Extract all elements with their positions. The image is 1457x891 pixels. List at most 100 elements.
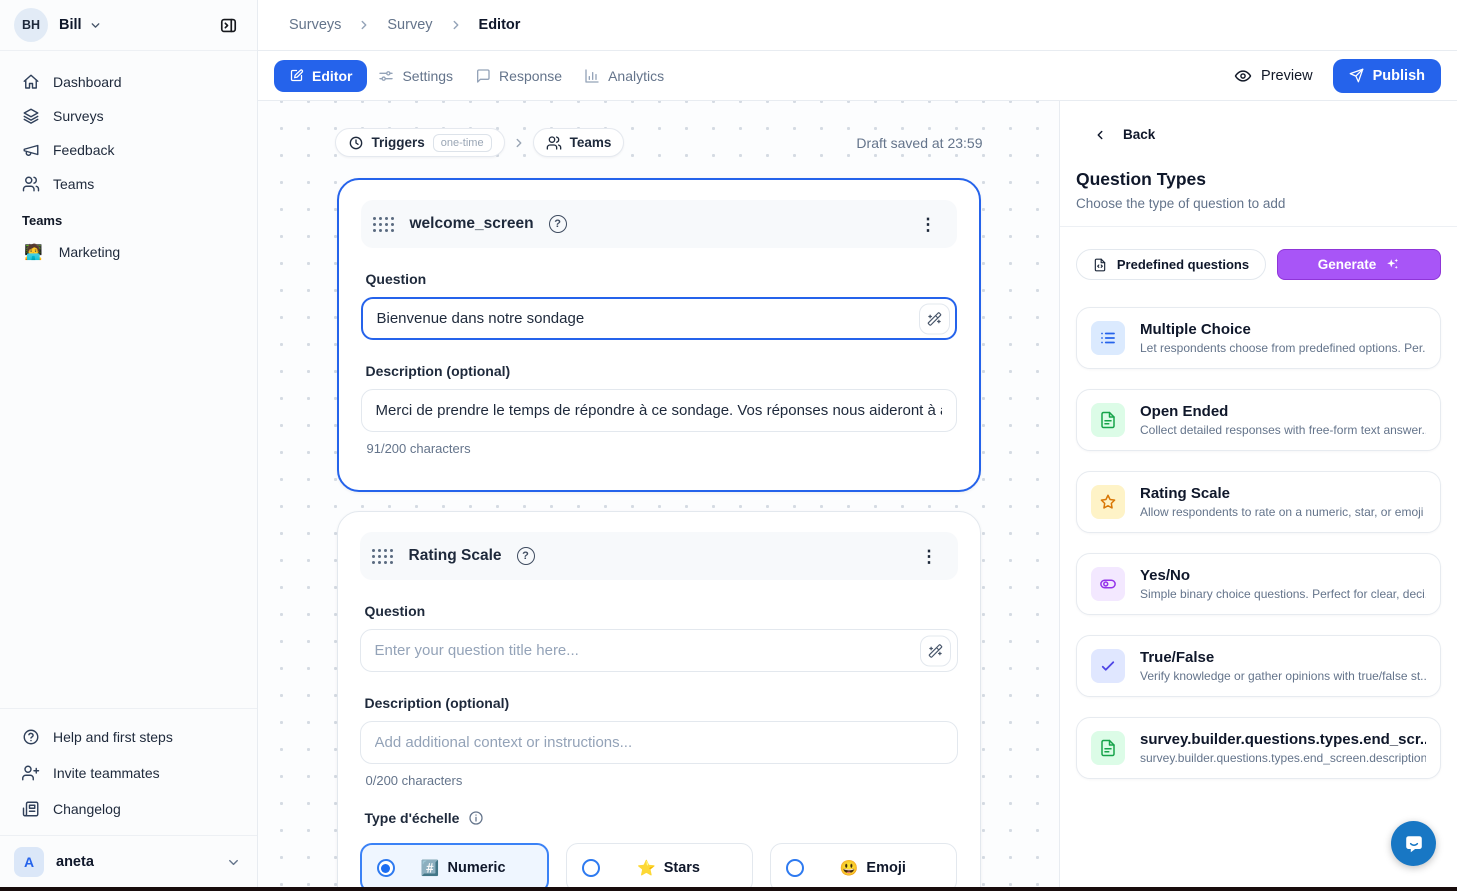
radio-unselected-icon[interactable]	[786, 859, 804, 877]
tab-analytics[interactable]: Analytics	[573, 60, 675, 92]
char-count: 91/200 characters	[367, 441, 957, 456]
scale-option-stars[interactable]: ⭐ Stars	[566, 843, 753, 891]
back-button[interactable]: Back	[1076, 127, 1441, 142]
window-bottom-edge	[0, 887, 1457, 891]
type-card-multiple-choice[interactable]: Multiple Choice Let respondents choose f…	[1076, 307, 1441, 369]
description-input-wrap	[360, 721, 958, 764]
question-card-welcome-screen[interactable]: welcome_screen ? ⋮ Question Description …	[337, 178, 981, 492]
preview-button[interactable]: Preview	[1234, 67, 1313, 85]
tab-label: Response	[499, 68, 562, 84]
type-description: survey.builder.questions.types.end_scree…	[1140, 751, 1426, 765]
sidebar-item-teams[interactable]: Teams	[12, 167, 245, 201]
breadcrumb-survey[interactable]: Survey	[387, 17, 432, 33]
radio-selected-icon[interactable]	[377, 859, 395, 877]
type-card-open-ended[interactable]: Open Ended Collect detailed responses wi…	[1076, 389, 1441, 451]
question-input[interactable]	[361, 297, 957, 340]
type-card-true-false[interactable]: True/False Verify knowledge or gather op…	[1076, 635, 1441, 697]
workspace-avatar: BH	[14, 8, 48, 42]
card-header: welcome_screen ? ⋮	[361, 200, 957, 248]
help-circle-icon[interactable]: ?	[517, 547, 535, 565]
sidebar-item-invite[interactable]: Invite teammates	[12, 755, 245, 791]
scale-option-label: Emoji	[866, 860, 905, 876]
main-area: Surveys Survey Editor Editor Settings R	[258, 0, 1457, 891]
workspace-switcher[interactable]: BH Bill	[0, 0, 257, 51]
users-icon	[546, 135, 562, 151]
sidebar-item-changelog[interactable]: Changelog	[12, 791, 245, 827]
sidebar-item-surveys[interactable]: Surveys	[12, 99, 245, 133]
info-icon[interactable]	[468, 810, 484, 826]
newspaper-icon	[22, 800, 40, 818]
breadcrumb-editor: Editor	[479, 17, 521, 33]
description-input[interactable]	[360, 721, 958, 764]
char-count: 0/200 characters	[366, 773, 958, 788]
type-description: Allow respondents to rate on a numeric, …	[1140, 505, 1426, 519]
type-name: Yes/No	[1140, 567, 1426, 584]
card-title: Rating Scale	[409, 547, 502, 565]
sidebar-nav: Dashboard Surveys Feedback Teams Teams 🧑…	[0, 51, 257, 269]
chevron-left-icon	[1093, 128, 1107, 142]
drag-handle-icon[interactable]	[372, 549, 393, 564]
question-input[interactable]	[360, 629, 958, 672]
team-name: Marketing	[59, 244, 120, 260]
sidebar-item-feedback[interactable]: Feedback	[12, 133, 245, 167]
description-label: Description (optional)	[365, 695, 958, 711]
chevron-down-icon	[89, 19, 102, 32]
chat-launcher-button[interactable]	[1391, 821, 1436, 866]
preview-label: Preview	[1261, 68, 1313, 84]
pencil-square-icon	[289, 68, 304, 83]
kebab-menu-icon[interactable]: ⋮	[917, 544, 942, 569]
editor-toolbar: Editor Settings Response Analytics Prev	[258, 51, 1457, 101]
sidebar-footer-nav: Help and first steps Invite teammates Ch…	[0, 708, 257, 835]
question-input-wrap	[361, 297, 957, 340]
teams-pill[interactable]: Teams	[533, 128, 625, 157]
file-icon	[1093, 258, 1107, 272]
type-card-end-screen[interactable]: survey.builder.questions.types.end_scr..…	[1076, 717, 1441, 779]
teams-pill-label: Teams	[570, 135, 612, 150]
clock-icon	[348, 135, 364, 151]
panel-title: Question Types	[1076, 169, 1441, 190]
tab-label: Analytics	[608, 68, 664, 84]
triggers-label: Triggers	[372, 135, 425, 150]
kebab-menu-icon[interactable]: ⋮	[916, 212, 941, 237]
question-card-rating-scale[interactable]: Rating Scale ? ⋮ Question Description (o…	[337, 511, 981, 891]
bar-chart-icon	[584, 68, 600, 84]
user-menu[interactable]: A aneta	[0, 835, 257, 891]
card-title: welcome_screen	[410, 215, 534, 233]
scale-option-numeric[interactable]: #️⃣ Numeric	[360, 843, 549, 891]
sidebar-item-team-marketing[interactable]: 🧑‍💻 Marketing	[12, 235, 245, 269]
type-card-yes-no[interactable]: Yes/No Simple binary choice questions. P…	[1076, 553, 1441, 615]
breadcrumb-surveys[interactable]: Surveys	[289, 17, 341, 33]
magic-wand-icon[interactable]	[919, 303, 950, 334]
description-input-wrap	[361, 389, 957, 432]
teams-section-label: Teams	[12, 201, 245, 235]
tab-label: Editor	[312, 68, 352, 84]
type-description: Simple binary choice questions. Perfect …	[1140, 587, 1426, 601]
toggle-icon	[1091, 567, 1125, 601]
user-avatar: A	[14, 847, 44, 877]
tab-response[interactable]: Response	[464, 60, 573, 92]
publish-button[interactable]: Publish	[1333, 59, 1441, 93]
question-type-list: Multiple Choice Let respondents choose f…	[1076, 307, 1441, 779]
megaphone-icon	[22, 141, 40, 159]
description-input[interactable]	[361, 389, 957, 432]
tab-editor[interactable]: Editor	[274, 60, 367, 92]
type-name: Open Ended	[1140, 403, 1426, 420]
sidebar-collapse-button[interactable]	[213, 10, 243, 40]
type-card-rating-scale[interactable]: Rating Scale Allow respondents to rate o…	[1076, 471, 1441, 533]
scale-option-emoji[interactable]: 😃 Emoji	[770, 843, 957, 891]
sidebar-item-dashboard[interactable]: Dashboard	[12, 65, 245, 99]
magic-wand-icon[interactable]	[920, 635, 951, 666]
triggers-pill[interactable]: Triggers one-time	[335, 128, 505, 157]
help-circle-icon[interactable]: ?	[549, 215, 567, 233]
generate-button[interactable]: Generate	[1277, 249, 1441, 280]
chat-bubble-icon	[1403, 833, 1425, 855]
breadcrumb: Surveys Survey Editor	[258, 0, 1457, 51]
sidebar-item-help[interactable]: Help and first steps	[12, 719, 245, 755]
drag-handle-icon[interactable]	[373, 217, 394, 232]
predefined-questions-button[interactable]: Predefined questions	[1076, 249, 1266, 280]
type-description: Collect detailed responses with free-for…	[1140, 423, 1426, 437]
sparkles-icon	[1385, 257, 1400, 272]
sliders-icon	[378, 68, 394, 84]
radio-unselected-icon[interactable]	[582, 859, 600, 877]
tab-settings[interactable]: Settings	[367, 60, 464, 92]
